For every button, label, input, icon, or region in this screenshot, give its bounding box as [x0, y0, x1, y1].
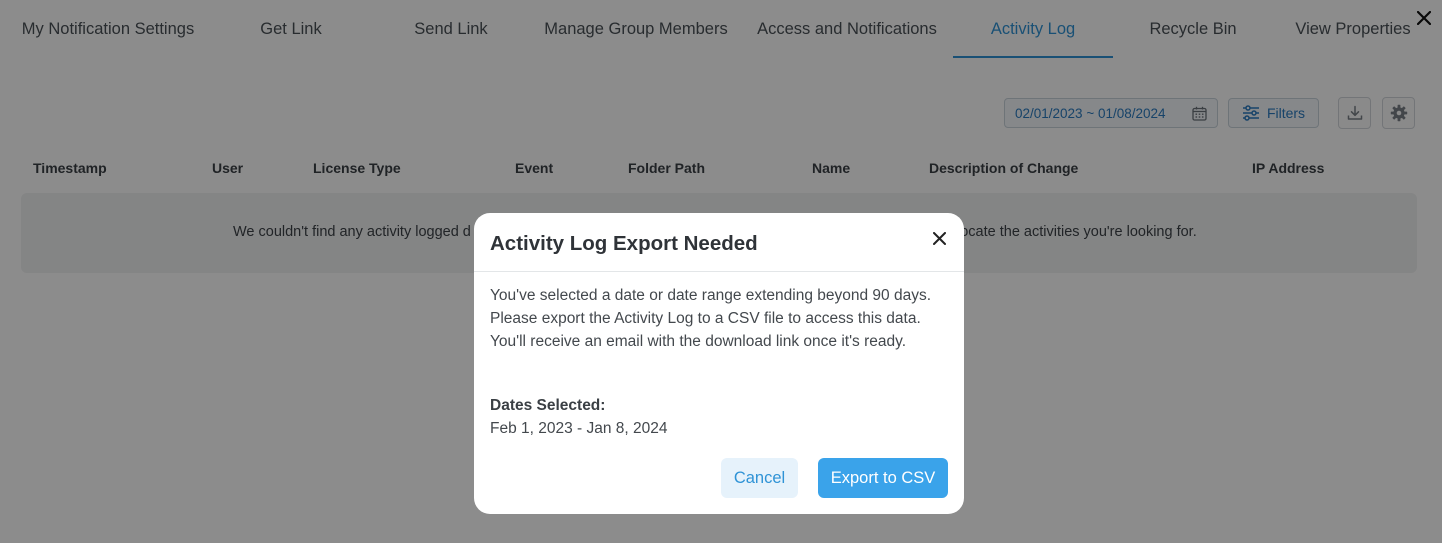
close-icon: [932, 231, 946, 245]
dates-selected-value: Feb 1, 2023 - Jan 8, 2024: [490, 420, 668, 437]
cancel-button[interactable]: Cancel: [721, 458, 798, 498]
dialog-message: You've selected a date or date range ext…: [490, 287, 932, 350]
activity-log-page: My Notification Settings Get Link Send L…: [0, 0, 1442, 543]
export-to-csv-button[interactable]: Export to CSV: [818, 458, 948, 498]
dialog-divider: [474, 271, 964, 272]
dates-selected-label: Dates Selected:: [490, 397, 606, 414]
export-needed-dialog: Activity Log Export Needed You've select…: [474, 213, 964, 514]
dialog-close-button[interactable]: [928, 227, 950, 249]
dialog-title: Activity Log Export Needed: [490, 232, 758, 255]
